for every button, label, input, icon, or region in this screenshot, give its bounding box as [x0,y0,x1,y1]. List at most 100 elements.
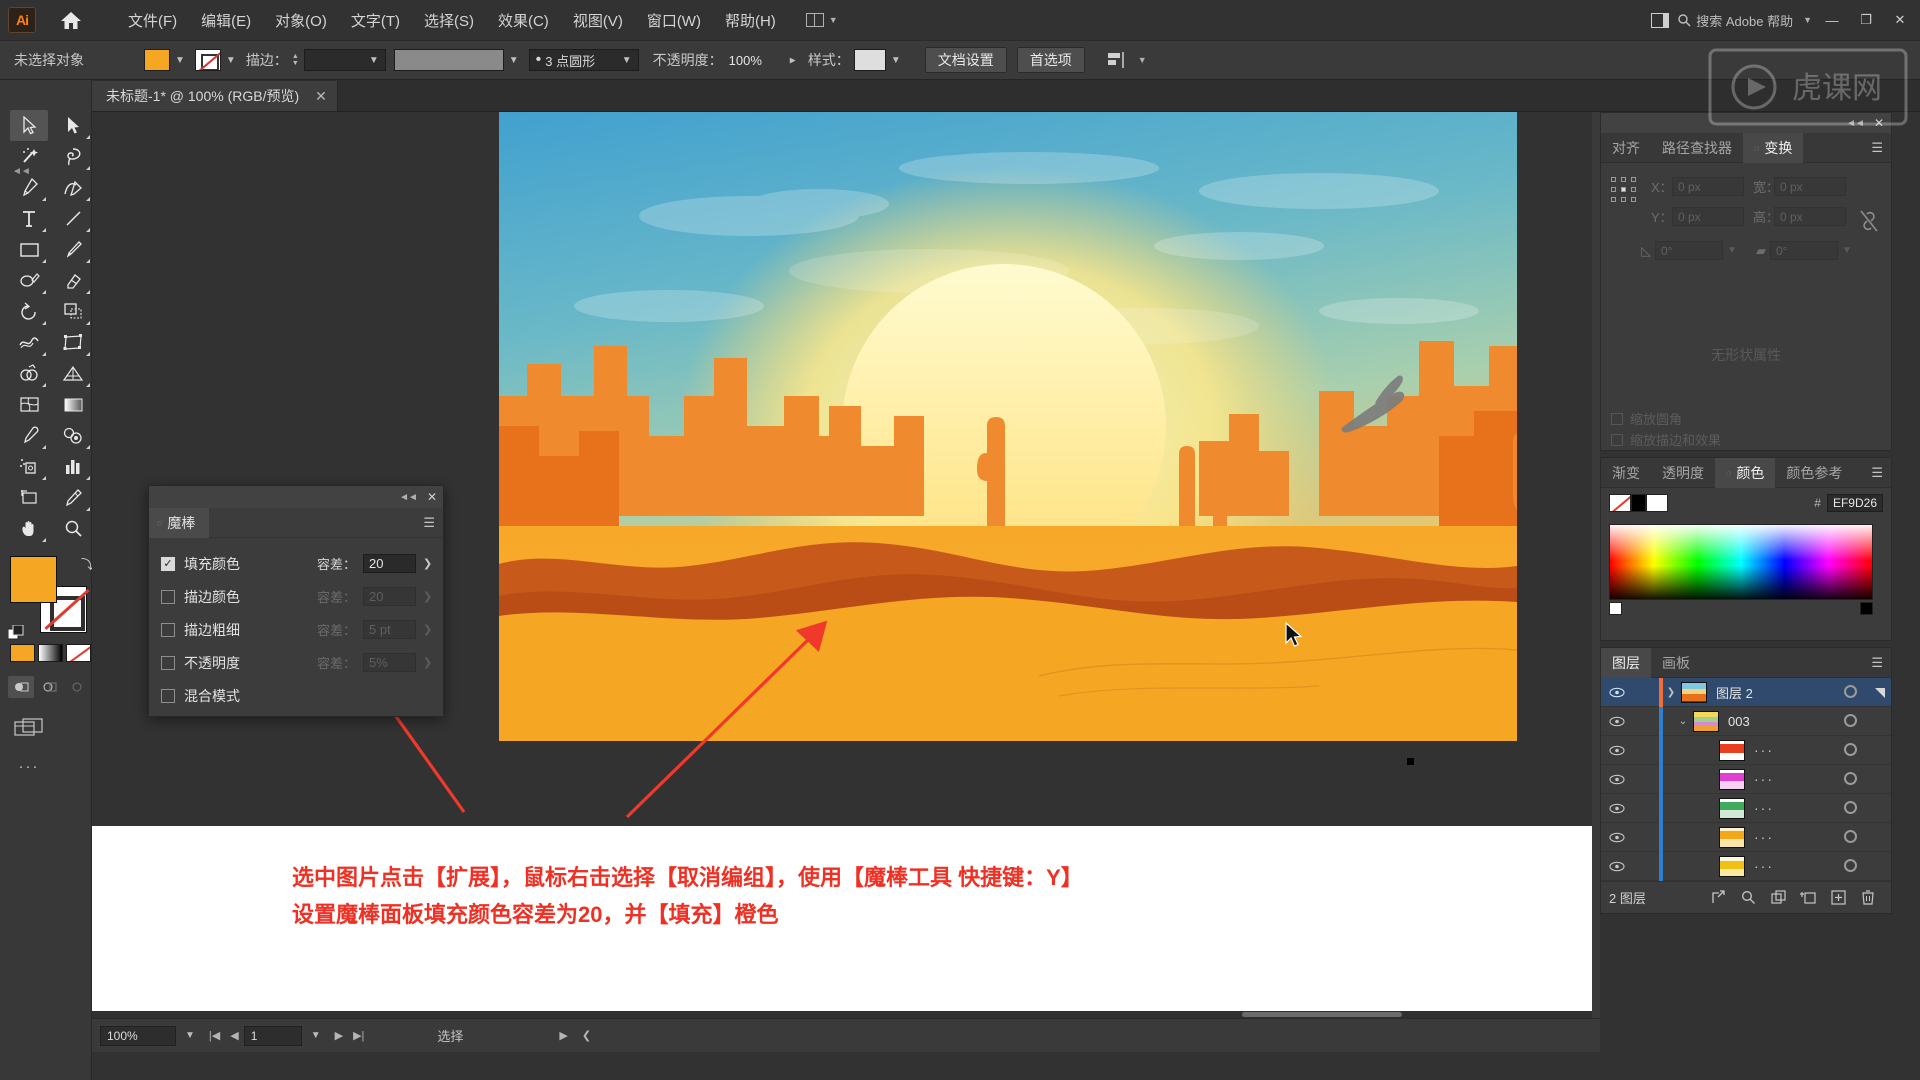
eye-icon[interactable] [1601,861,1633,872]
menu-effect[interactable]: 效果(C) [486,6,561,35]
hex-field[interactable]: # EF9D26 [1814,494,1883,512]
reference-point-grid[interactable] [1611,177,1637,203]
tab-layers[interactable]: 图层 [1601,647,1651,678]
lasso-tool[interactable] [54,141,92,172]
last-page-icon[interactable]: ▶| [348,1029,369,1042]
search-icon[interactable] [1733,885,1763,911]
selection-tool[interactable] [10,110,48,141]
tab-transform[interactable]: ◌ 变换 [1743,132,1804,163]
table-row[interactable]: ⌄ 003 [1601,706,1891,736]
fill-color-checkbox[interactable]: ✓ [161,556,175,571]
collapse-icon[interactable]: ◄◄ [399,492,418,503]
opacity-checkbox[interactable] [161,655,175,670]
first-page-icon[interactable]: |◀ [204,1029,225,1042]
next-page-icon[interactable]: ▶ [330,1029,348,1042]
tab-magic-wand[interactable]: ◌ 魔棒 [149,507,210,538]
fill-tolerance-expand-icon[interactable]: ❯ [423,557,433,570]
direct-selection-tool[interactable] [54,110,92,141]
menu-edit[interactable]: 编辑(E) [189,6,263,35]
target-icon[interactable] [1844,714,1857,727]
maximize-button[interactable]: ❐ [1856,11,1876,29]
curvature-tool[interactable] [54,172,92,203]
fill-color-large[interactable] [10,556,57,603]
link-broken-icon[interactable] [1859,209,1879,238]
color-mode-color[interactable] [10,644,35,662]
color-mode-none[interactable] [66,644,91,662]
black-swatch[interactable] [1631,494,1646,512]
layer-name[interactable]: 图层 2 [1716,683,1753,702]
spectrum-black[interactable] [1860,602,1873,615]
target-icon[interactable] [1844,859,1857,872]
layer-name[interactable]: ··· [1754,742,1774,758]
free-transform-tool[interactable] [54,327,92,358]
fill-color-swatch[interactable] [144,49,170,71]
none-swatch-icon[interactable] [1609,494,1631,512]
search-input[interactable]: 搜索 Adobe 帮助 ▼ [1678,11,1812,30]
eye-icon[interactable] [1601,687,1633,698]
default-fill-stroke-icon[interactable] [7,624,25,640]
target-icon[interactable] [1844,743,1857,756]
color-spectrum[interactable] [1609,524,1873,600]
scale-tool[interactable] [54,296,92,327]
eraser-tool[interactable] [54,265,92,296]
draw-behind-icon[interactable] [36,676,62,698]
scale-corners-checkbox-row[interactable]: 缩放圆角 [1611,409,1682,428]
canvas-horizontal-scrollbar[interactable] [92,1011,1600,1018]
close-button[interactable]: ✕ [1890,11,1910,29]
menu-object[interactable]: 对象(O) [263,6,339,35]
magic-wand-panel-header[interactable]: ◄◄ ✕ [149,486,443,508]
table-row[interactable]: ❯ 图层 2 [1601,677,1891,707]
table-row[interactable]: ··· [1601,764,1891,794]
table-row[interactable]: ··· [1601,735,1891,765]
panel-menu-icon[interactable]: ☰ [1871,140,1891,156]
pen-tool[interactable] [10,172,48,203]
document-setup-button[interactable]: 文档设置 [924,47,1007,73]
layer-name[interactable]: ··· [1754,858,1774,874]
table-row[interactable]: ··· [1601,822,1891,852]
panel-rail[interactable] [1592,112,1600,1018]
eye-icon[interactable] [1601,716,1633,727]
new-sublayer-icon[interactable] [1763,885,1793,911]
opacity-value[interactable]: 100% [729,53,762,68]
fill-tolerance-input[interactable]: 20 [363,554,416,573]
close-icon[interactable]: ✕ [427,490,437,504]
status-expand[interactable]: ▶ ❮ [559,1029,591,1042]
shaper-tool[interactable] [10,265,48,296]
opacity-expand-icon[interactable]: ▼ [787,55,798,65]
scale-strokes-checkbox-row[interactable]: 缩放描边和效果 [1611,430,1721,449]
color-mode-gradient[interactable] [38,644,63,662]
mw-row-fill-color[interactable]: ✓ 填充颜色 容差： 20 ❯ [161,547,433,580]
mw-row-blending-mode[interactable]: 混合模式 [161,679,433,712]
mw-row-opacity[interactable]: 不透明度 容差： 5% ❯ [161,646,433,679]
page-input[interactable]: 1 [243,1025,302,1046]
stroke-weight-checkbox[interactable] [161,622,175,637]
line-segment-tool[interactable] [54,203,92,234]
graphic-style-swatch[interactable] [853,49,886,71]
stroke-weight-stepper[interactable]: ▲ ▼ [292,53,299,67]
white-swatch[interactable] [1646,494,1668,512]
blend-tool[interactable] [54,420,92,451]
artboard-tool[interactable] [10,482,48,513]
target-icon[interactable] [1844,801,1857,814]
layer-name[interactable]: ··· [1754,800,1774,816]
mw-row-stroke-weight[interactable]: 描边粗细 容差： 5 pt ❯ [161,613,433,646]
menu-select[interactable]: 选择(S) [412,6,486,35]
menu-type[interactable]: 文字(T) [339,6,412,35]
stroke-variable-width-profile[interactable] [393,49,504,71]
draw-normal-icon[interactable] [8,676,34,698]
width-tool[interactable] [10,327,48,358]
shape-builder-tool[interactable] [10,358,48,389]
layer-name[interactable]: ··· [1754,829,1774,845]
arrange-documents-button[interactable]: ▼ [805,13,838,27]
slice-tool[interactable] [54,482,92,513]
draw-inside-icon[interactable] [64,676,90,698]
eye-icon[interactable] [1601,832,1633,843]
status-expand-icon[interactable]: ▶ [559,1029,567,1042]
more-tools-button[interactable]: ··· [10,758,48,775]
tab-pathfinder[interactable]: 路径查找器 [1651,133,1743,163]
document-tab[interactable]: 未标题-1* @ 100% (RGB/预览) ✕ [92,81,338,111]
blending-mode-checkbox[interactable] [161,688,175,703]
workspace-switcher-icon[interactable] [1650,11,1670,29]
target-icon[interactable] [1844,830,1857,843]
new-layer-icon[interactable] [1793,885,1823,911]
